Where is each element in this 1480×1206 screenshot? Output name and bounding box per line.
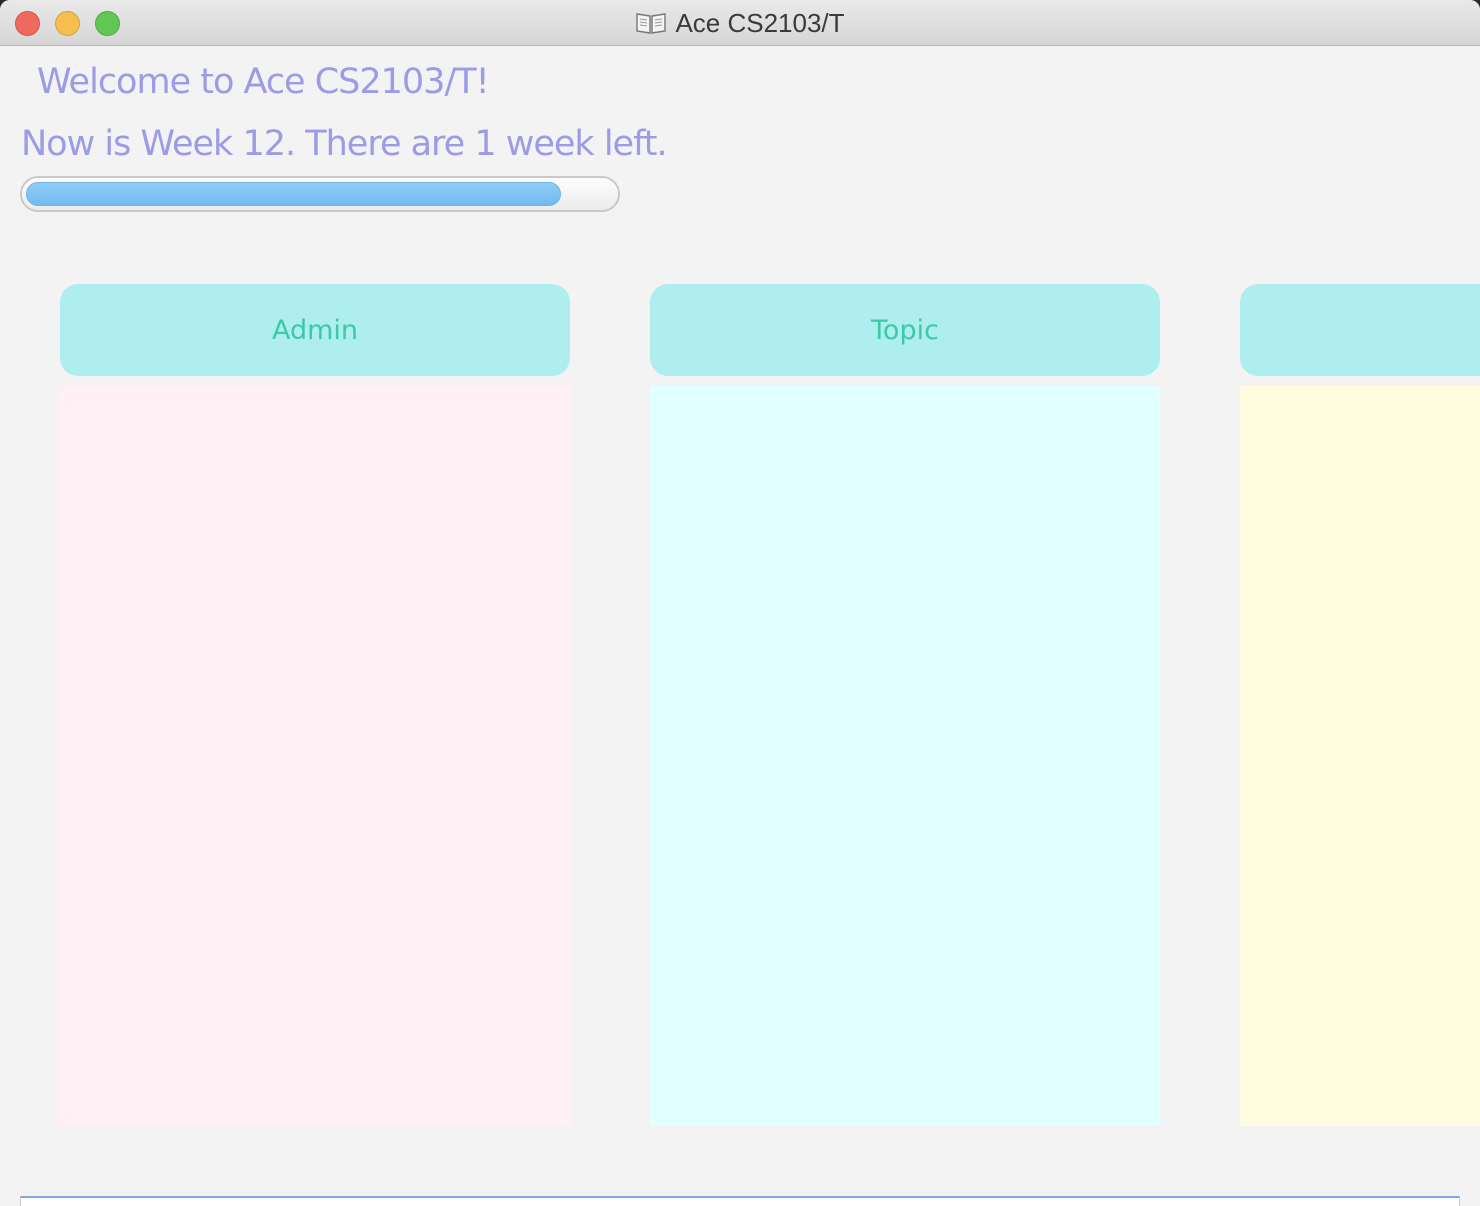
column-header-third[interactable] (1240, 284, 1480, 376)
book-icon (636, 13, 667, 34)
column-list-admin[interactable] (58, 386, 572, 1126)
progress-fill (26, 182, 561, 206)
title-bar[interactable]: Ace CS2103/T (0, 0, 1480, 46)
column-list-topic[interactable] (650, 386, 1160, 1126)
app-window: Ace CS2103/T Welcome to Ace CS2103/T! No… (0, 0, 1480, 1206)
window-title: Ace CS2103/T (675, 7, 845, 38)
week-status-message: Now is Week 12. There are 1 week left. (21, 124, 668, 164)
column-header-topic[interactable]: Topic (650, 284, 1160, 376)
semester-progress-bar (20, 176, 620, 212)
column-header-admin[interactable]: Admin (60, 284, 570, 376)
welcome-message: Welcome to Ace CS2103/T! (37, 62, 490, 102)
column-list-third[interactable] (1240, 386, 1480, 1126)
window-title-group: Ace CS2103/T (0, 0, 1480, 46)
command-input-box[interactable] (20, 1196, 1460, 1206)
